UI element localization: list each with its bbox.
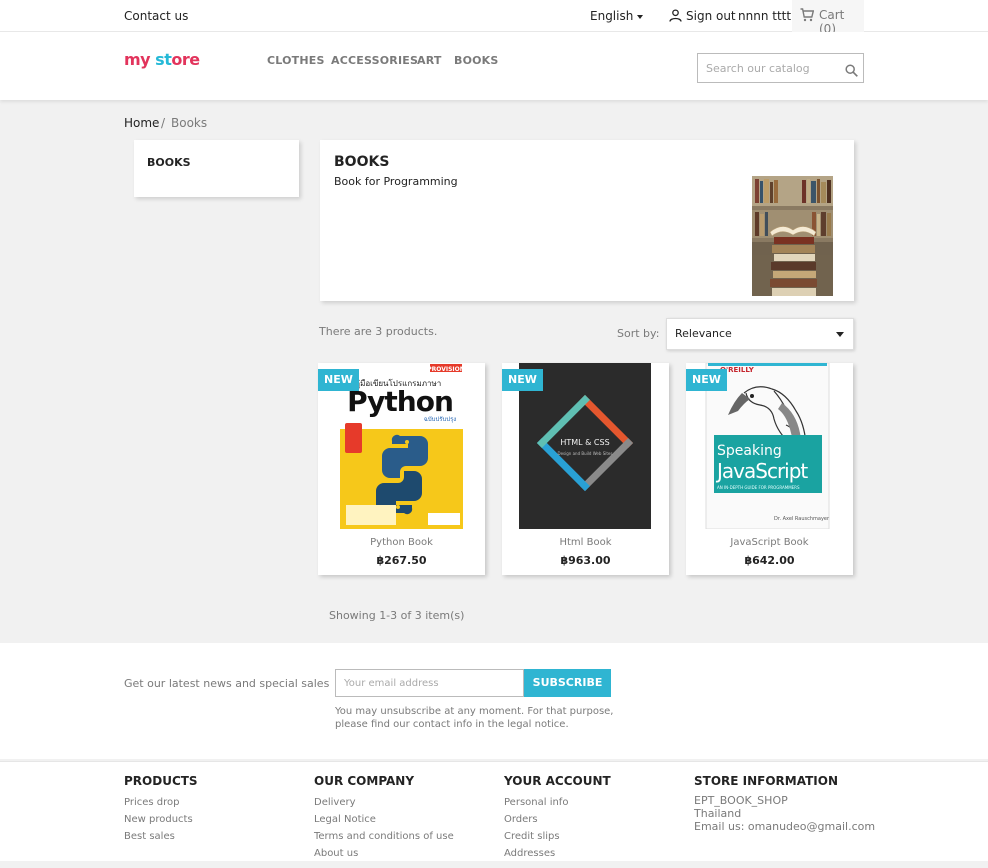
footer-bottom-strip (0, 861, 988, 868)
caret-down-icon (836, 332, 844, 337)
footer-heading: STORE INFORMATION (694, 774, 838, 788)
svg-text:Python: Python (347, 385, 453, 418)
new-badge: NEW (502, 369, 543, 391)
menu-item-clothes[interactable]: CLOTHES (267, 54, 325, 67)
cart-button[interactable]: Cart (0) (792, 0, 864, 36)
store-logo[interactable]: my store (124, 50, 200, 69)
newsletter-email-input[interactable]: Your email address (335, 669, 524, 697)
language-selector[interactable]: English (590, 9, 644, 23)
product-image[interactable]: PROVISION คู่มือเขียนโปรแกรมภาษา Python … (318, 363, 485, 529)
sort-by-label: Sort by: (617, 327, 660, 340)
footer-account: YOUR ACCOUNT Personal info Orders Credit… (504, 774, 611, 862)
footer-link-addresses[interactable]: Addresses (504, 845, 611, 862)
search-placeholder: Search our catalog (706, 62, 810, 75)
site-header: my store CLOTHES ACCESSORIES ART BOOKS S… (0, 32, 988, 100)
footer-link-orders[interactable]: Orders (504, 811, 611, 828)
newsletter-block: Get our latest news and special sales Yo… (0, 643, 988, 759)
footer-link-terms[interactable]: Terms and conditions of use (314, 828, 454, 845)
footer-heading: YOUR ACCOUNT (504, 774, 611, 788)
svg-text:PROVISION: PROVISION (427, 366, 465, 373)
footer-link-delivery[interactable]: Delivery (314, 794, 454, 811)
category-tree-title[interactable]: BOOKS (147, 156, 191, 169)
menu-item-books[interactable]: BOOKS (454, 54, 499, 67)
svg-text:JavaScript: JavaScript (715, 459, 808, 483)
footer-heading: PRODUCTS (124, 774, 198, 788)
newsletter-note-line: please find our contact info in the lega… (335, 719, 569, 730)
category-title: BOOKS (334, 154, 390, 170)
top-nav: Contact us English Sign out nnnn tttt Ca… (0, 0, 988, 36)
footer-heading: OUR COMPANY (314, 774, 415, 788)
footer-link-about-us[interactable]: About us (314, 845, 454, 862)
store-email[interactable]: Email us: omanudeo@gmail.com (694, 820, 875, 833)
product-count: There are 3 products. (319, 325, 438, 338)
footer-store-info: STORE INFORMATION EPT_BOOK_SHOP Thailand… (694, 774, 875, 833)
svg-text:ฉบับปรับปรุง: ฉบับปรับปรุง (424, 416, 457, 423)
menu-item-accessories[interactable]: ACCESSORIES (331, 54, 418, 67)
footer-link-best-sales[interactable]: Best sales (124, 828, 198, 845)
product-name[interactable]: Html Book (502, 537, 669, 548)
breadcrumb-home[interactable]: Home (124, 116, 159, 130)
store-country: Thailand (694, 807, 742, 820)
category-description: Book for Programming (334, 175, 458, 188)
product-price: ฿963.00 (560, 554, 611, 567)
caret-down-icon (637, 14, 644, 19)
footer-link-legal-notice[interactable]: Legal Notice (314, 811, 454, 828)
product-price: ฿267.50 (376, 554, 427, 567)
footer-company: OUR COMPANY Delivery Legal Notice Terms … (314, 774, 454, 862)
newsletter-note-line: You may unsubscribe at any moment. For t… (335, 706, 614, 717)
breadcrumb-separator: / (161, 116, 166, 130)
product-name[interactable]: JavaScript Book (686, 537, 853, 548)
newsletter-note: You may unsubscribe at any moment. For t… (335, 705, 635, 731)
newsletter-label: Get our latest news and special sales (124, 677, 330, 690)
breadcrumb-current: Books (171, 116, 208, 130)
pagination-summary: Showing 1-3 of 3 item(s) (329, 609, 465, 622)
product-card-html[interactable]: HTML & CSS Design and Build Web Sites NE… (502, 363, 669, 575)
store-name: EPT_BOOK_SHOP (694, 794, 788, 807)
menu-item-art[interactable]: ART (417, 54, 442, 67)
footer-link-personal-info[interactable]: Personal info (504, 794, 611, 811)
site-footer: PRODUCTS Prices drop New products Best s… (0, 761, 988, 861)
search-input[interactable]: Search our catalog (697, 53, 864, 83)
new-badge: NEW (318, 369, 359, 391)
product-image[interactable]: O'REILLY Speaking JavaScript AN IN-DEPTH… (686, 363, 853, 529)
footer-products: PRODUCTS Prices drop New products Best s… (124, 774, 198, 845)
cart-icon (800, 8, 814, 22)
product-price: ฿642.00 (744, 554, 795, 567)
footer-link-prices-drop[interactable]: Prices drop (124, 794, 198, 811)
svg-text:Speaking: Speaking (717, 443, 782, 459)
product-card-javascript[interactable]: O'REILLY Speaking JavaScript AN IN-DEPTH… (686, 363, 853, 575)
product-name[interactable]: Python Book (318, 537, 485, 548)
footer-link-credit-slips[interactable]: Credit slips (504, 828, 611, 845)
search-icon[interactable] (845, 64, 858, 77)
new-badge: NEW (686, 369, 727, 391)
svg-text:Dr. Axel Rauschmayer: Dr. Axel Rauschmayer (774, 516, 830, 522)
category-tree: BOOKS (134, 140, 299, 197)
language-label: English (590, 9, 634, 23)
account-name-link[interactable]: nnnn tttt (738, 9, 791, 23)
user-icon (669, 9, 682, 22)
product-card-python[interactable]: PROVISION คู่มือเขียนโปรแกรมภาษา Python … (318, 363, 485, 575)
category-image (752, 176, 833, 296)
newsletter-placeholder: Your email address (344, 678, 439, 689)
sort-select-value: Relevance (675, 327, 732, 340)
svg-text:AN IN-DEPTH GUIDE FOR PROGRAMM: AN IN-DEPTH GUIDE FOR PROGRAMMERS (717, 485, 800, 490)
sort-select[interactable]: Relevance (666, 318, 854, 350)
category-header: BOOKS Book for Programming (320, 140, 854, 301)
svg-text:Design and Build Web Sites: Design and Build Web Sites (558, 451, 613, 456)
sign-out-link[interactable]: Sign out (686, 9, 736, 23)
product-image[interactable]: HTML & CSS Design and Build Web Sites NE… (502, 363, 669, 529)
svg-text:HTML & CSS: HTML & CSS (560, 438, 609, 447)
footer-link-new-products[interactable]: New products (124, 811, 198, 828)
contact-us-link[interactable]: Contact us (124, 9, 188, 23)
subscribe-button[interactable]: SUBSCRIBE (524, 669, 611, 697)
